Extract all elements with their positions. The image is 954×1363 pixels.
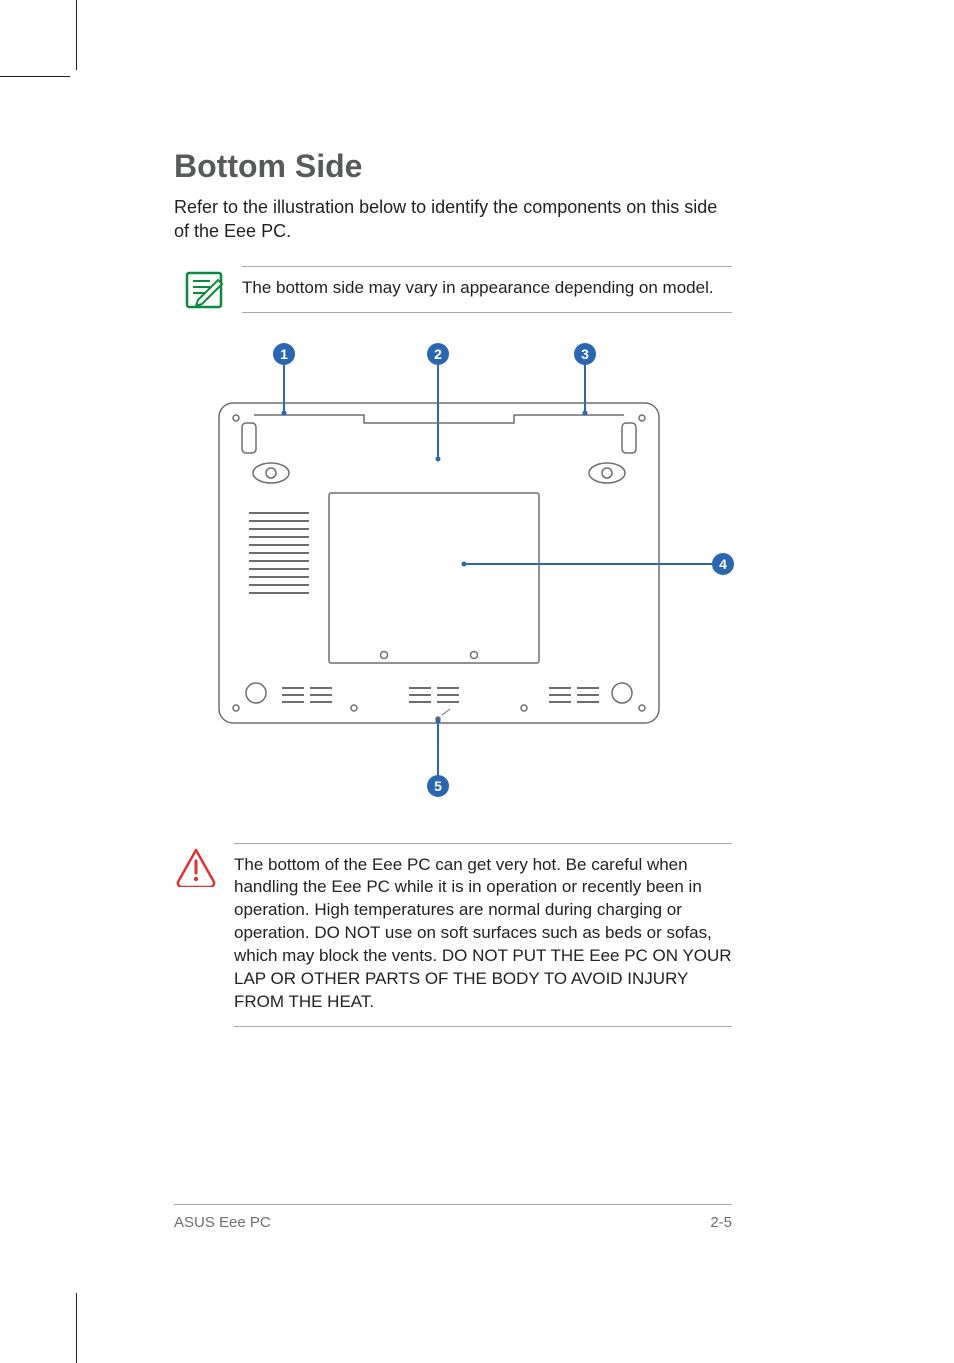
warning-block: The bottom of the Eee PC can get very ho… — [174, 843, 732, 1028]
page-title: Bottom Side — [174, 148, 732, 185]
note-text-wrap: The bottom side may vary in appearance d… — [242, 266, 732, 313]
crop-mark-horizontal — [0, 76, 70, 77]
page: Bottom Side Refer to the illustration be… — [0, 0, 954, 1363]
intro-text: Refer to the illustration below to ident… — [174, 195, 732, 244]
note-text: The bottom side may vary in appearance d… — [242, 277, 732, 300]
note-icon — [182, 266, 226, 310]
diagram: 1 2 3 4 5 — [174, 343, 734, 803]
footer-left: ASUS Eee PC — [174, 1214, 271, 1231]
warning-text-wrap: The bottom of the Eee PC can get very ho… — [234, 843, 732, 1028]
crop-mark-vertical-top — [76, 0, 77, 70]
warning-icon — [174, 843, 218, 887]
laptop-bottom-illustration — [174, 343, 734, 803]
crop-mark-vertical-bottom — [76, 1293, 77, 1363]
footer-rule — [174, 1204, 732, 1205]
note-block: The bottom side may vary in appearance d… — [182, 266, 732, 313]
content-area: Bottom Side Refer to the illustration be… — [174, 148, 732, 1027]
footer: ASUS Eee PC 2-5 — [174, 1214, 732, 1231]
footer-right: 2-5 — [710, 1214, 732, 1231]
warning-text: The bottom of the Eee PC can get very ho… — [234, 854, 732, 1015]
